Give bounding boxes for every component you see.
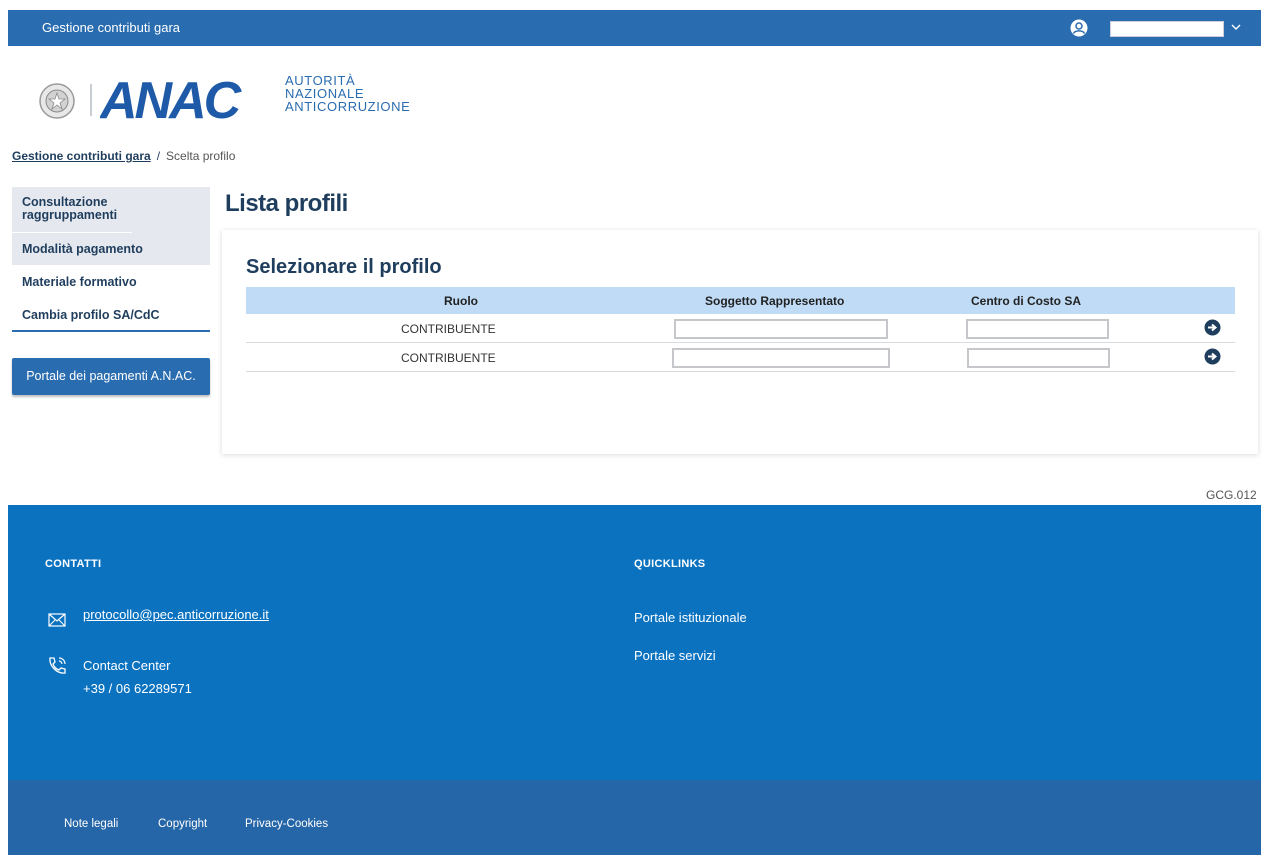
breadcrumb: Gestione contributi gara / Scelta profilo [12,149,235,163]
anac-wordmark-text: ANAC [100,76,243,122]
phone-icon [49,657,66,674]
contacts-title: CONTATTI [45,558,102,570]
note-legali-link[interactable]: Note legali [64,818,118,830]
column-header-soggetto: Soggetto Rappresentato [705,294,845,308]
logo-line-3: ANTICORRUZIONE [285,99,411,114]
sidebar: Consultazione raggruppamenti Modalità pa… [12,187,210,332]
row-role: CONTRIBUENTE [401,322,496,336]
quicklink-portale-istituzionale[interactable]: Portale istituzionale [634,610,747,625]
anac-wordmark: ANAC [100,76,246,122]
soggetto-field[interactable] [674,319,888,339]
card-title: Selezionare il profilo [246,256,442,278]
top-bar: Gestione contributi gara [8,10,1261,46]
quicklinks-title: QUICKLINKS [634,558,706,570]
arrow-right-circle-icon[interactable] [1204,348,1221,365]
profile-table: Ruolo Soggetto Rappresentato Centro di C… [246,287,1235,372]
footer-bottom-bar: Note legali Copyright Privacy-Cookies [8,780,1261,855]
breadcrumb-separator: / [156,149,161,163]
email-link[interactable]: protocollo@pec.anticorruzione.it [83,607,269,622]
quicklink-portale-servizi[interactable]: Portale servizi [634,648,716,663]
repubblica-emblem-icon [39,83,75,119]
table-header: Ruolo Soggetto Rappresentato Centro di C… [246,287,1235,314]
sidebar-item-cambia-profilo[interactable]: Cambia profilo SA/CdC [12,299,210,332]
footer: CONTATTI protocollo@pec.anticorruzione.i… [8,505,1261,780]
profile-card: Selezionare il profilo Ruolo Soggetto Ra… [222,230,1258,454]
chevron-down-icon[interactable] [1230,20,1242,34]
soggetto-field[interactable] [672,348,890,368]
anac-logo[interactable]: ANAC AUTORITÀ NAZIONALE ANTICORRUZIONE [38,68,458,128]
privacy-cookies-link[interactable]: Privacy-Cookies [245,818,328,830]
column-header-ruolo: Ruolo [444,294,478,308]
table-row: CONTRIBUENTE [246,314,1235,343]
arrow-right-circle-icon[interactable] [1204,319,1221,336]
centro-costo-field[interactable] [967,348,1110,368]
user-name-box[interactable] [1110,21,1224,37]
breadcrumb-current: Scelta profilo [166,149,236,163]
logo-divider [90,84,92,116]
centro-costo-field[interactable] [966,319,1109,339]
mail-icon [48,613,66,627]
user-icon[interactable] [1070,19,1088,37]
table-row: CONTRIBUENTE [246,343,1235,372]
page-title: Lista profili [225,190,348,217]
sidebar-item-consultazione-raggruppamenti[interactable]: Consultazione raggruppamenti [12,187,132,233]
page-code: GCG.012 [1206,488,1257,502]
sidebar-item-modalita-pagamento[interactable]: Modalità pagamento [12,233,210,266]
column-header-centro-costo: Centro di Costo SA [971,294,1081,308]
contact-center-label: Contact Center [83,658,171,673]
logo-text: AUTORITÀ NAZIONALE ANTICORRUZIONE [285,74,410,113]
contact-center-phone: +39 / 06 62289571 [83,681,192,696]
sidebar-item-materiale-formativo[interactable]: Materiale formativo [12,266,210,299]
row-role: CONTRIBUENTE [401,351,496,365]
breadcrumb-root-link[interactable]: Gestione contributi gara [12,149,151,163]
copyright-link[interactable]: Copyright [158,818,207,830]
app-title[interactable]: Gestione contributi gara [42,20,180,35]
portale-pagamenti-button[interactable]: Portale dei pagamenti A.N.AC. [12,358,210,395]
